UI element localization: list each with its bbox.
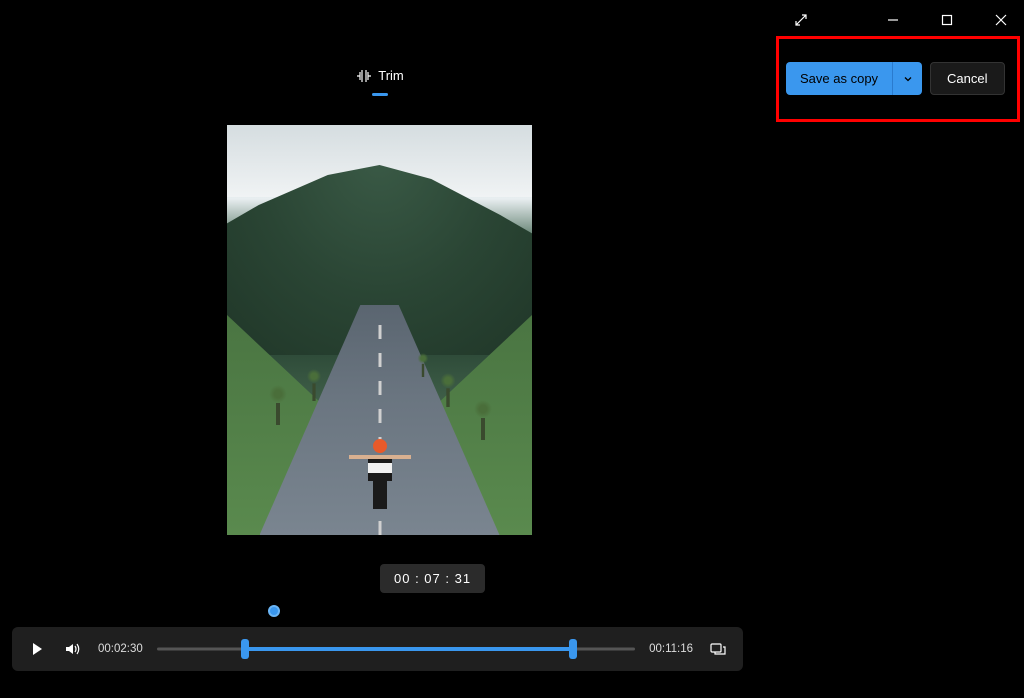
close-icon [995,14,1007,26]
frame-timestamp-badge: 00 : 07 : 31 [380,564,485,593]
save-as-copy-button[interactable]: Save as copy [786,62,892,95]
maximize-icon [941,14,953,26]
tab-active-indicator [372,93,388,96]
play-button[interactable] [26,638,48,660]
total-time: 00:11:16 [649,643,693,655]
trim-handle-start[interactable] [241,639,249,659]
volume-button[interactable] [62,638,84,660]
volume-icon [65,642,81,656]
window-titlebar [778,0,1024,40]
trim-track[interactable] [157,639,635,659]
save-split-button: Save as copy [786,62,922,95]
action-bar: Save as copy Cancel [786,62,1005,95]
maximize-button[interactable] [924,4,970,36]
video-preview [227,125,532,535]
minimize-button[interactable] [870,4,916,36]
tab-trim-label: Trim [378,68,404,83]
loop-button[interactable] [707,638,729,660]
playhead-marker[interactable] [268,605,280,617]
fullscreen-button[interactable] [778,4,824,36]
save-dropdown-button[interactable] [892,62,922,95]
track-selected-range [245,647,573,651]
loop-icon [710,642,726,656]
chevron-down-icon [903,74,913,84]
video-subject [357,439,403,517]
close-button[interactable] [978,4,1024,36]
elapsed-time: 00:02:30 [98,643,143,655]
tab-trim[interactable]: Trim [356,68,404,96]
fullscreen-icon [794,13,808,27]
minimize-icon [887,14,899,26]
trim-icon [356,69,372,83]
play-icon [30,642,44,656]
player-controls: 00:02:30 00:11:16 [12,627,743,671]
cancel-button[interactable]: Cancel [930,62,1004,95]
mode-tabs: Trim [0,68,760,96]
trim-handle-end[interactable] [569,639,577,659]
